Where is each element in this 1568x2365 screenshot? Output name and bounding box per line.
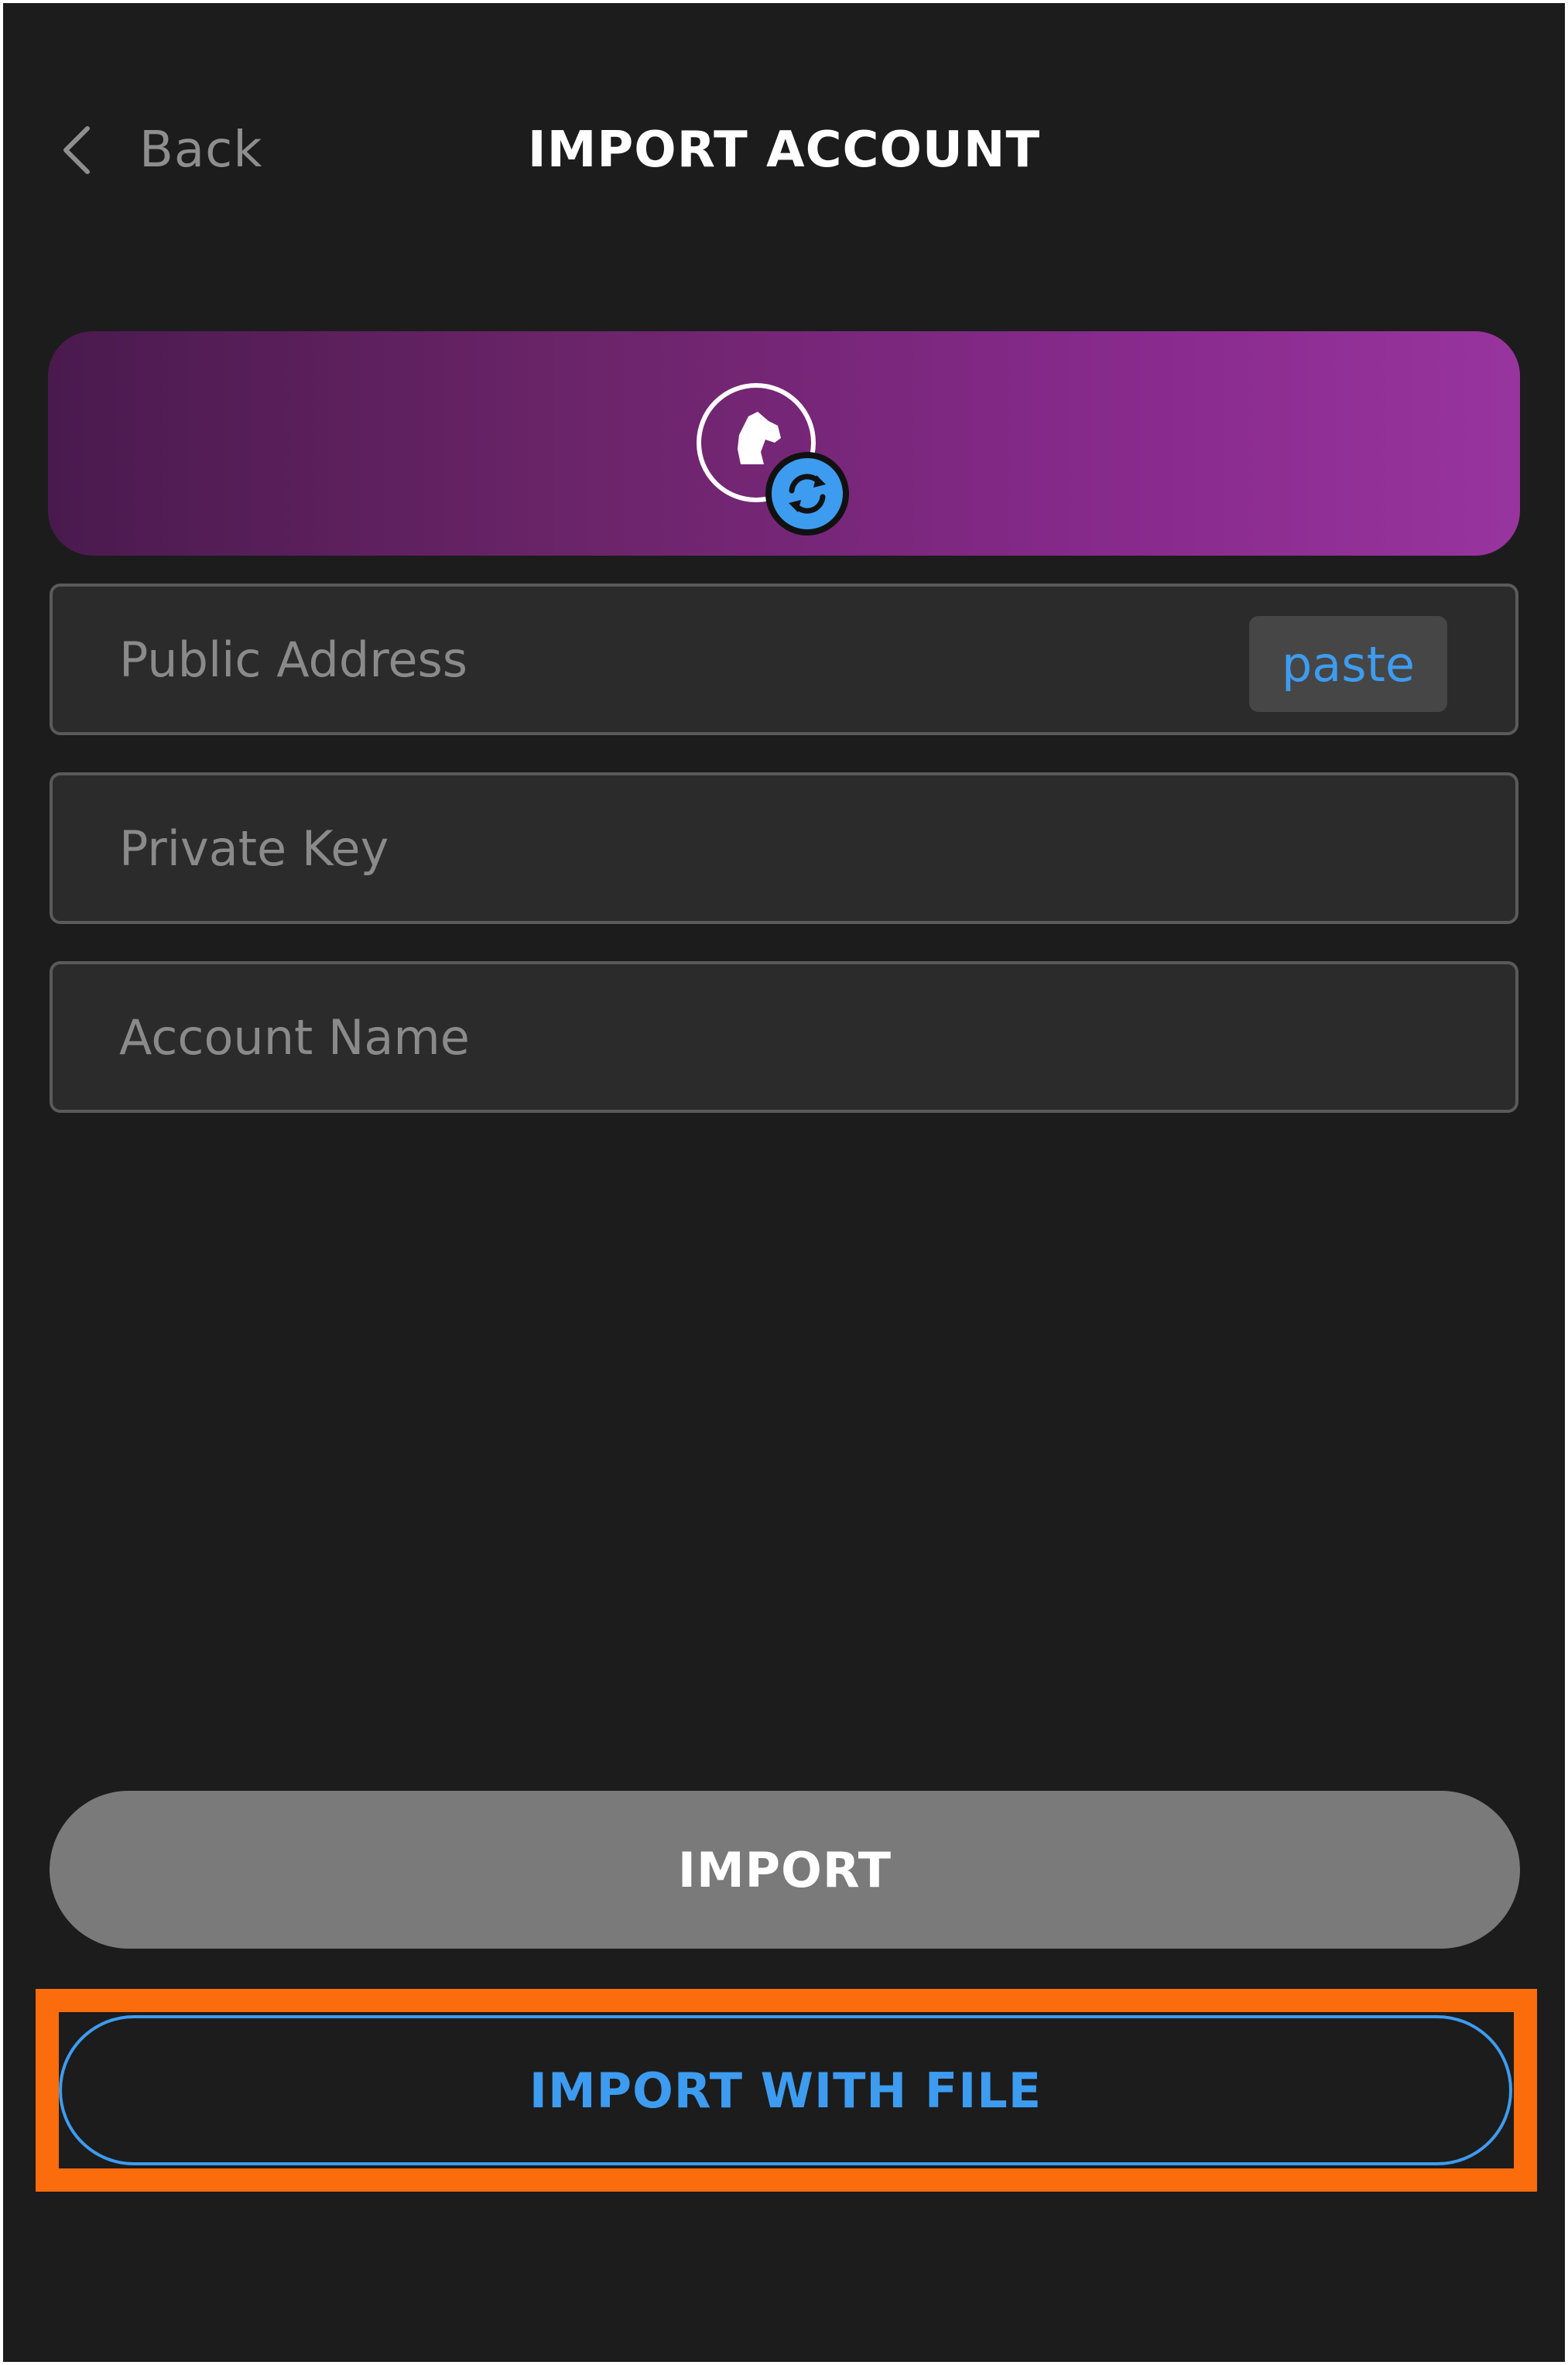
import-button[interactable]: IMPORT xyxy=(50,1791,1520,1949)
sync-icon xyxy=(765,452,849,536)
public-address-field: paste xyxy=(50,584,1518,735)
public-address-input[interactable] xyxy=(119,587,1280,732)
account-avatar xyxy=(694,381,849,536)
account-name-input[interactable] xyxy=(119,964,1280,1110)
page-title: IMPORT ACCOUNT xyxy=(527,122,1041,179)
private-key-field xyxy=(50,772,1518,924)
account-banner xyxy=(48,331,1520,556)
paste-button[interactable]: paste xyxy=(1249,616,1447,712)
account-name-field xyxy=(50,961,1518,1113)
private-key-input[interactable] xyxy=(119,775,1280,921)
import-with-file-button[interactable]: IMPORT WITH FILE xyxy=(59,2015,1512,2165)
import-account-screen: Back IMPORT ACCOUNT paste IMPORT IMP xyxy=(3,3,1565,2362)
